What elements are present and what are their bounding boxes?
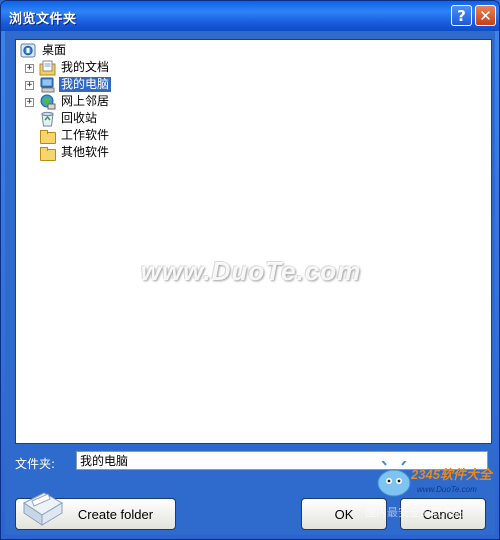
help-button[interactable]: ? [451, 5, 472, 26]
tree-item-label: 工作软件 [61, 128, 110, 142]
expand-toggle[interactable]: + [25, 81, 34, 90]
browse-folder-dialog: 浏览文件夹 ? ✕ 桌面 + 我的文档 + 我的电脑 + 网上邻居 回收站 工作… [0, 0, 500, 540]
close-icon: ✕ [479, 6, 492, 25]
title-bar[interactable]: 浏览文件夹 ? ✕ [1, 1, 499, 31]
tree-item-other-software[interactable]: 其他软件 [39, 144, 111, 161]
watermark-text: www.DuoTe.com [140, 256, 362, 286]
tree-item-label: 其他软件 [61, 145, 110, 159]
help-icon: ? [457, 6, 466, 25]
tree-item-label: 我的文档 [61, 60, 110, 74]
recycle-bin-icon [39, 111, 56, 127]
documents-folder-icon [39, 60, 56, 76]
expand-toggle[interactable]: + [25, 98, 34, 107]
tree-item-my-documents[interactable]: 我的文档 [39, 59, 111, 76]
expand-toggle[interactable]: + [25, 64, 34, 73]
tree-item-network[interactable]: 网上邻居 [39, 93, 111, 110]
logo-url: www.DuoTe.com [417, 485, 477, 494]
tree-item-work-software[interactable]: 工作软件 [39, 127, 111, 144]
desktop-icon [20, 43, 37, 59]
window-title: 浏览文件夹 [9, 12, 77, 27]
tree-item-my-computer[interactable]: 我的电脑 [39, 76, 113, 93]
folder-icon [39, 145, 56, 161]
tree-item-label: 桌面 [42, 43, 67, 57]
tree-item-label: 回收站 [61, 111, 98, 125]
folder-path-label: 文件夹: [15, 457, 56, 471]
ok-label: OK [334, 506, 354, 522]
network-icon [39, 94, 56, 110]
tree-item-desktop[interactable]: 桌面 [20, 42, 68, 59]
tree-item-label: 网上邻居 [61, 94, 110, 108]
create-folder-button[interactable]: Create folder [15, 492, 176, 530]
new-folder-icon [18, 485, 66, 530]
site-logo: 2345软件大全 www.DuoTe.com 国内最安全的软件站 [359, 458, 499, 527]
close-button[interactable]: ✕ [475, 5, 496, 26]
logo-brand: 2345软件大全 [410, 467, 494, 482]
computer-icon [39, 77, 56, 93]
tree-item-label: 我的电脑 [57, 76, 113, 93]
folder-tree[interactable]: 桌面 + 我的文档 + 我的电脑 + 网上邻居 回收站 工作软件 其他软件 [15, 39, 492, 444]
tree-item-recycle-bin[interactable]: 回收站 [39, 110, 99, 127]
logo-tagline: 国内最安全的软件站 [365, 505, 464, 519]
folder-icon [39, 128, 56, 144]
